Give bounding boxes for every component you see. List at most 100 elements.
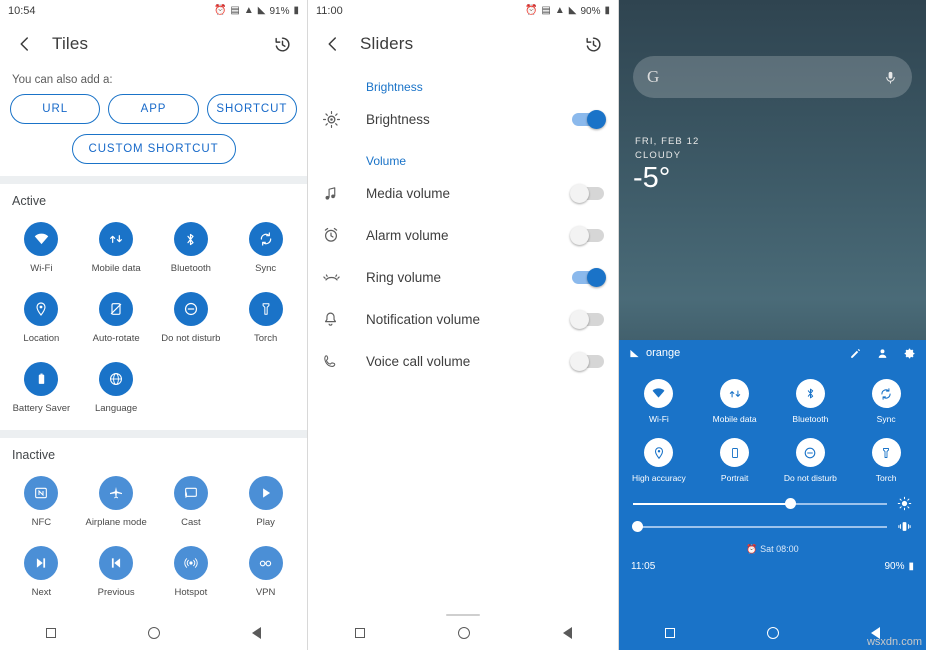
- battery-saver-icon: [24, 362, 59, 396]
- nav-home-icon[interactable]: [457, 627, 470, 639]
- row-alarm-volume[interactable]: Alarm volume: [308, 214, 618, 256]
- ring-volume-toggle[interactable]: [572, 267, 606, 287]
- history-icon[interactable]: [269, 31, 295, 57]
- tile-label: Hotspot: [174, 587, 208, 598]
- brightness-thumb[interactable]: [785, 497, 797, 509]
- nav-recents-icon[interactable]: [46, 628, 56, 638]
- portrait-icon: [720, 438, 750, 467]
- qs-tile-wifi[interactable]: Wi-Fi: [621, 372, 697, 431]
- tile-vpn[interactable]: VPN: [228, 538, 303, 608]
- qs-ring-volume-slider[interactable]: [619, 515, 926, 538]
- wifi-icon: [644, 379, 674, 408]
- qs-tile-do-not-disturb[interactable]: Do not disturb: [773, 431, 849, 490]
- group-label-volume: Volume: [366, 154, 407, 168]
- status-bar-1: 10:54 ⏰ ▤ ▲ ◣ 91% ▮: [0, 0, 307, 22]
- pane-tiles: 10:54 ⏰ ▤ ▲ ◣ 91% ▮ Tiles You can also a…: [0, 0, 308, 650]
- history-icon[interactable]: [580, 31, 606, 57]
- tile-language[interactable]: Language: [79, 354, 154, 424]
- nav-home-icon[interactable]: [148, 627, 160, 639]
- nav-back-icon[interactable]: [252, 627, 261, 639]
- qs-tile-label: Do not disturb: [783, 473, 837, 483]
- brightness-toggle[interactable]: [572, 109, 606, 129]
- row-notification-volume[interactable]: Notification volume: [308, 298, 618, 340]
- alarm-clock-icon: [322, 226, 366, 244]
- vibrate-icon: ▤: [541, 5, 551, 16]
- qs-tile-portrait[interactable]: Portrait: [697, 431, 773, 490]
- row-voice-call-volume[interactable]: Voice call volume: [308, 340, 618, 382]
- qs-tile-mobile-data[interactable]: Mobile data: [697, 372, 773, 431]
- brightness-track[interactable]: [633, 497, 887, 509]
- battery-icon: ▮: [908, 561, 914, 572]
- page-title: Tiles: [52, 34, 89, 53]
- notification-volume-toggle[interactable]: [570, 309, 604, 329]
- qs-tile-high-accuracy[interactable]: High accuracy: [621, 431, 697, 490]
- tile-play[interactable]: Play: [228, 468, 303, 538]
- row-brightness[interactable]: Brightness: [308, 98, 618, 140]
- tile-battery-saver[interactable]: Battery Saver: [4, 354, 79, 424]
- tile-do-not-disturb[interactable]: Do not disturb: [154, 284, 229, 354]
- add-url-button[interactable]: URL: [10, 94, 101, 124]
- tile-airplane-mode[interactable]: Airplane mode: [79, 468, 154, 538]
- tile-next[interactable]: Next: [4, 538, 79, 608]
- bluetooth-icon: [173, 222, 208, 256]
- play-icon: [248, 476, 283, 510]
- microphone-icon[interactable]: [883, 70, 898, 85]
- brightness-icon: [322, 110, 366, 129]
- tile-cast[interactable]: Cast: [154, 468, 229, 538]
- qs-alarm-row[interactable]: ⏰ Sat 08:00: [619, 538, 926, 555]
- add-app-button[interactable]: APP: [108, 94, 199, 124]
- tile-sync[interactable]: Sync: [228, 214, 303, 284]
- tile-label: Mobile data: [91, 263, 141, 274]
- qs-tile-bluetooth[interactable]: Bluetooth: [773, 372, 849, 431]
- google-search-bar[interactable]: G: [633, 56, 912, 98]
- tile-torch[interactable]: Torch: [228, 284, 303, 354]
- phone-call-icon: [322, 353, 366, 370]
- user-icon[interactable]: [876, 347, 889, 360]
- tile-auto-rotate[interactable]: Auto-rotate: [79, 284, 154, 354]
- qs-tile-torch[interactable]: Torch: [848, 431, 924, 490]
- qs-tile-label: Mobile data: [712, 414, 757, 424]
- nav-recents-icon[interactable]: [665, 628, 675, 638]
- carrier-label: orange: [646, 347, 681, 359]
- torch-icon: [871, 438, 901, 467]
- next-track-icon: [24, 546, 59, 580]
- qs-brightness-slider[interactable]: [619, 492, 926, 515]
- battery-percent: 90%: [580, 5, 601, 17]
- tile-hotspot[interactable]: Hotspot: [154, 538, 229, 608]
- nav-recents-icon[interactable]: [354, 628, 365, 638]
- wifi-icon: ▲: [554, 5, 565, 16]
- back-arrow-icon[interactable]: [320, 31, 346, 57]
- qs-tile-sync[interactable]: Sync: [848, 372, 924, 431]
- qs-tile-label: Bluetooth: [792, 414, 829, 424]
- alarm-volume-toggle[interactable]: [570, 225, 604, 245]
- wifi-icon: ▲: [243, 5, 254, 16]
- nav-back-icon[interactable]: [562, 627, 572, 639]
- ring-thumb[interactable]: [632, 520, 643, 532]
- watermark: wsxdn.com: [866, 636, 922, 648]
- nav-home-icon[interactable]: [767, 627, 779, 639]
- tile-label: Previous: [97, 587, 135, 598]
- add-custom-shortcut-button[interactable]: CUSTOM SHORTCUT: [71, 134, 236, 164]
- tile-previous[interactable]: Previous: [79, 538, 154, 608]
- tile-wifi[interactable]: Wi-Fi: [4, 214, 79, 284]
- tile-nfc[interactable]: NFC: [4, 468, 79, 538]
- tile-label: Auto-rotate: [92, 333, 140, 344]
- ring-track[interactable]: [632, 520, 887, 532]
- row-ring-volume[interactable]: Ring volume: [308, 256, 618, 298]
- media-volume-toggle[interactable]: [570, 183, 604, 203]
- edit-pencil-icon[interactable]: [849, 347, 862, 360]
- signal-icon: ◣: [257, 5, 266, 16]
- tile-bluetooth[interactable]: Bluetooth: [154, 214, 229, 284]
- back-arrow-icon[interactable]: [12, 31, 38, 57]
- quick-settings-panel: orange Wi-Fi Mobile data Bluetooth Sync …: [619, 340, 926, 650]
- voice-call-volume-toggle[interactable]: [570, 351, 604, 371]
- brightness-icon: [897, 496, 912, 511]
- app-bar-sliders: Sliders: [308, 22, 618, 66]
- tile-mobile-data[interactable]: Mobile data: [79, 214, 154, 284]
- add-button-row: URL APP SHORTCUT: [10, 94, 297, 124]
- alarm-icon: ⏰: [524, 5, 538, 16]
- gear-icon[interactable]: [903, 347, 916, 360]
- row-media-volume[interactable]: Media volume: [308, 172, 618, 214]
- add-shortcut-button[interactable]: SHORTCUT: [206, 94, 297, 124]
- tile-location[interactable]: Location: [4, 284, 79, 354]
